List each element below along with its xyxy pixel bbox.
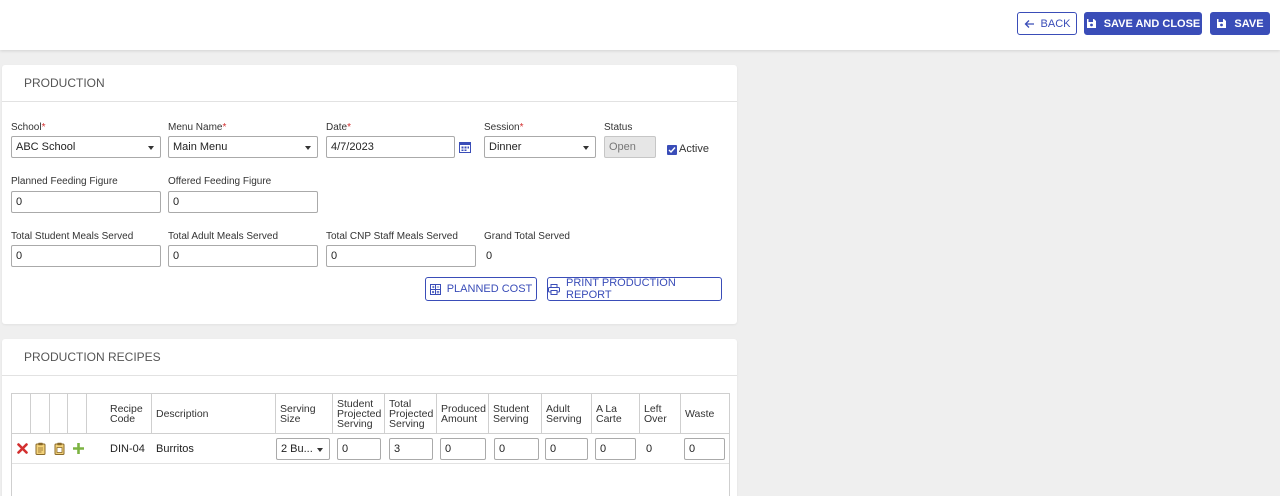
chevron-down-icon: [583, 146, 589, 150]
production-recipes-title: PRODUCTION RECIPES: [2, 339, 737, 376]
col-action-1: [12, 394, 31, 434]
status-field: Open: [604, 136, 656, 158]
planned-cost-label: PLANNED COST: [446, 283, 533, 295]
active-label: Active: [679, 143, 709, 155]
total-projected-input[interactable]: 3: [389, 438, 433, 460]
col-action-3: [50, 394, 68, 434]
col-action-4: [68, 394, 87, 434]
total-cnp-label: Total CNP Staff Meals Served: [326, 231, 458, 242]
serving-size-select[interactable]: 2 Bu...: [276, 438, 330, 460]
student-serving-input[interactable]: 0: [494, 438, 539, 460]
status-label: Status: [604, 122, 633, 133]
green-plus-icon[interactable]: [72, 442, 85, 455]
col-header-student-projected[interactable]: Student Projected Serving: [333, 394, 385, 434]
offered-feeding-input[interactable]: 0: [168, 191, 318, 213]
a-la-carte-input[interactable]: 0: [595, 438, 636, 460]
menu-name-select[interactable]: Main Menu: [168, 136, 318, 158]
production-title-text: PRODUCTION: [24, 76, 105, 90]
produced-amount-input[interactable]: 0: [440, 438, 486, 460]
save-and-close-label: SAVE AND CLOSE: [1103, 17, 1201, 30]
chevron-down-icon: [317, 448, 323, 452]
calculator-icon: [429, 283, 441, 295]
total-adult-label: Total Adult Meals Served: [168, 231, 279, 242]
grid-header-row: Recipe Code Description Serving Size Stude…: [12, 394, 729, 434]
col-header-total-projected[interactable]: Total Projected Serving: [385, 394, 437, 434]
back-button-label: BACK: [1040, 17, 1071, 30]
session-select[interactable]: Dinner: [484, 136, 596, 158]
cell-description: Burritos: [156, 443, 194, 455]
school-select[interactable]: ABC School: [11, 136, 161, 158]
save-and-close-button[interactable]: SAVE AND CLOSE: [1084, 12, 1202, 35]
chevron-down-icon: [305, 146, 311, 150]
print-production-report-button[interactable]: PRINT PRODUCTION REPORT: [547, 277, 722, 301]
total-student-input[interactable]: 0: [11, 245, 161, 267]
total-adult-input[interactable]: 0: [168, 245, 318, 267]
col-header-description[interactable]: Description: [152, 394, 276, 434]
cell-left-over: 0: [646, 443, 653, 455]
save-label: SAVE: [1234, 17, 1264, 30]
production-recipes-panel: PRODUCTION RECIPES Recipe Code Descriptio…: [2, 339, 737, 496]
recipes-grid: Recipe Code Description Serving Size Stude…: [11, 393, 730, 496]
col-header-student-serving[interactable]: Student Serving: [489, 394, 542, 434]
session-label: Session*: [484, 122, 524, 133]
col-header-adult-serving[interactable]: Adult Serving: [542, 394, 592, 434]
top-toolbar: BACK SAVE AND CLOSE SAVE: [0, 0, 1280, 50]
col-header-recipe-code[interactable]: Recipe Code: [106, 394, 152, 434]
school-label: School*: [11, 122, 46, 133]
clipboard-icon[interactable]: [35, 442, 46, 455]
waste-input[interactable]: 0: [684, 438, 725, 460]
recipes-title-text: PRODUCTION RECIPES: [24, 350, 161, 364]
col-header-waste[interactable]: Waste: [681, 394, 729, 434]
red-x-icon[interactable]: [17, 443, 28, 454]
grand-total-label: Grand Total Served: [484, 231, 570, 242]
floppy-disk-icon: [1086, 19, 1096, 28]
print-report-label: PRINT PRODUCTION REPORT: [566, 277, 676, 301]
menu-name-label: Menu Name*: [168, 122, 227, 133]
calendar-icon[interactable]: [459, 141, 471, 153]
col-action-2: [31, 394, 50, 434]
chevron-down-icon: [148, 146, 154, 150]
total-student-label: Total Student Meals Served: [11, 231, 134, 242]
planned-cost-button[interactable]: PLANNED COST: [425, 277, 537, 301]
col-header-produced-amount[interactable]: Produced Amount: [437, 394, 489, 434]
cell-recipe-code: DIN-04: [110, 443, 145, 455]
clipboard-check-icon[interactable]: [54, 442, 65, 455]
table-row: DIN-04 Burritos 2 Bu... 0 3 0 0 0 0 0 0: [12, 434, 729, 464]
active-checkbox[interactable]: [667, 145, 677, 155]
back-button[interactable]: BACK: [1017, 12, 1077, 35]
planned-feeding-label: Planned Feeding Figure: [11, 176, 118, 187]
printer-icon: [548, 283, 560, 295]
offered-feeding-label: Offered Feeding Figure: [168, 176, 272, 187]
planned-feeding-input[interactable]: 0: [11, 191, 161, 213]
save-button[interactable]: SAVE: [1210, 12, 1270, 35]
col-header-serving-size[interactable]: Serving Size: [276, 394, 333, 434]
grand-total-value: 0: [486, 250, 493, 262]
date-label: Date*: [326, 122, 352, 133]
date-input[interactable]: 4/7/2023: [326, 136, 455, 158]
production-panel: PRODUCTION School* Menu Name* Date* Sess…: [2, 65, 737, 324]
arrow-left-icon: [1024, 19, 1034, 28]
production-panel-title: PRODUCTION: [2, 65, 737, 102]
col-header-left-over[interactable]: Left Over: [640, 394, 681, 434]
student-projected-input[interactable]: 0: [337, 438, 381, 460]
total-cnp-input[interactable]: 0: [326, 245, 476, 267]
floppy-disk-icon: [1217, 19, 1227, 28]
col-header-a-la-carte[interactable]: A La Carte: [592, 394, 640, 434]
adult-serving-input[interactable]: 0: [545, 438, 588, 460]
